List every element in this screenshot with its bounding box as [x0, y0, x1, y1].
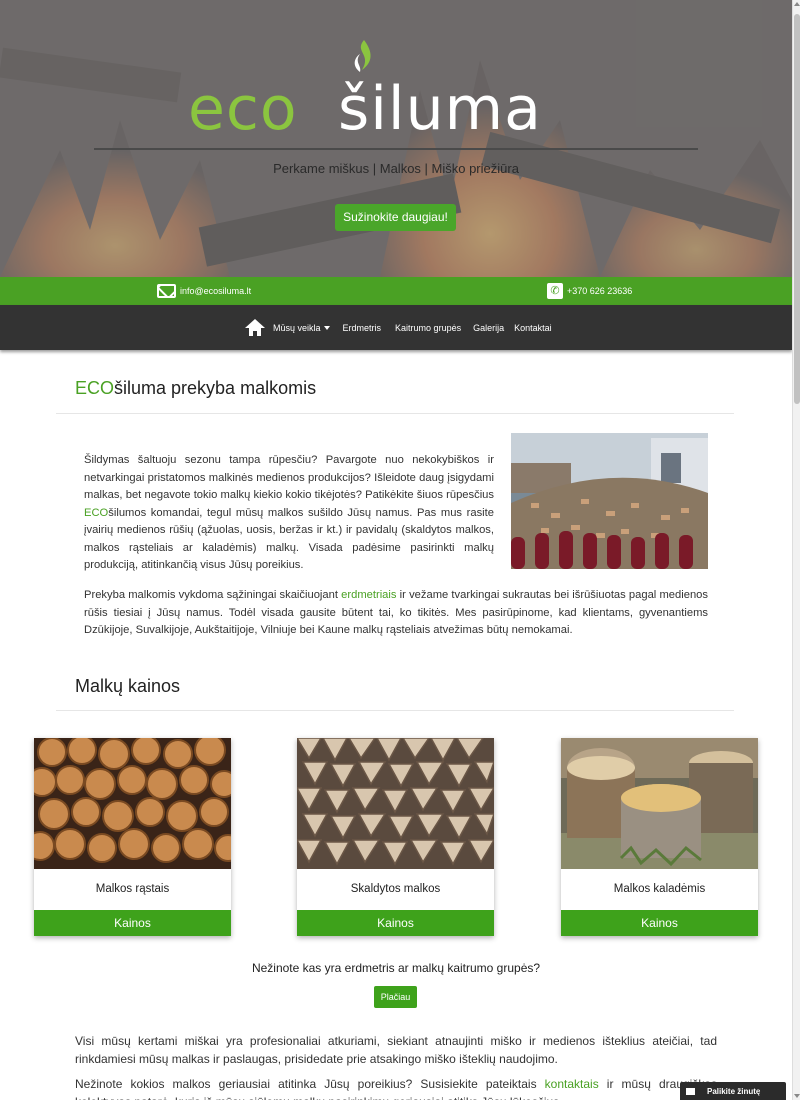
hero-banner: eco šiluma Perkame miškus | Malkos | Miš…	[0, 0, 792, 277]
hero-divider	[94, 148, 698, 150]
nav-item-erdmetris[interactable]: Erdmetris	[343, 323, 382, 333]
hero-subtitle: Perkame miškus | Malkos | Miško priežiūr…	[273, 161, 519, 176]
envelope-icon	[157, 284, 176, 298]
leaf-flame-icon	[354, 40, 371, 72]
intro-paragraph-2: Prekyba malkomis vykdoma sąžiningai skai…	[84, 589, 708, 636]
split-wood-photo	[297, 738, 494, 869]
prices-button[interactable]: Kainos	[34, 910, 231, 936]
prices-divider	[56, 710, 734, 711]
card-title: Malkos kaladėmis	[613, 883, 706, 895]
intro-divider	[56, 413, 734, 414]
home-icon[interactable]	[245, 319, 265, 336]
wood-blocks-photo	[561, 738, 758, 869]
eco-highlight: ECO	[84, 506, 109, 519]
brand-logo[interactable]: eco šiluma	[188, 38, 608, 144]
contact-bar: info@ecosiluma.lt ✆ +370 626 23636	[0, 277, 792, 305]
price-card-logs[interactable]: Malkos rąstais Kainos	[34, 738, 231, 936]
prices-heading: Malkų kainos	[75, 676, 181, 696]
email-text: info@ecosiluma.lt	[180, 286, 252, 296]
nav-item-musu-veikla[interactable]: Mūsų veikla	[273, 323, 330, 333]
advice-paragraph: Nežinote kokios malkos geriausiai atitin…	[75, 1077, 717, 1100]
card-title: Skaldytos malkos	[350, 883, 441, 895]
price-card-split[interactable]: Skaldytos malkos Kainos	[297, 738, 494, 936]
learn-more-button[interactable]: Sužinokite daugiau!	[335, 204, 456, 231]
firewood-pile-photo	[511, 433, 708, 569]
logs-photo	[34, 738, 231, 869]
phone-icon: ✆	[547, 283, 563, 299]
envelope-icon	[686, 1087, 695, 1095]
chat-label: Palikite žinutę	[707, 1086, 761, 1096]
nav-item-galerija[interactable]: Galerija	[473, 323, 504, 333]
scroll-down-arrow-icon[interactable]	[794, 1094, 800, 1098]
prices-button[interactable]: Kainos	[561, 910, 758, 936]
intro-heading: ECOšiluma prekyba malkomis	[75, 378, 317, 398]
card-title: Malkos rąstais	[95, 883, 170, 895]
main-navigation: Mūsų veikla Erdmetris Kaitrumo grupės Ga…	[0, 305, 792, 350]
price-card-blocks[interactable]: Malkos kaladėmis Kainos	[561, 738, 758, 936]
logo-siluma-text: šiluma	[338, 74, 542, 144]
page-scrollbar[interactable]	[792, 0, 800, 1100]
chat-widget-button[interactable]: Palikite žinutę	[680, 1082, 786, 1100]
nav-item-kaitrumo-grupes[interactable]: Kaitrumo grupės	[395, 323, 461, 333]
kontaktais-link[interactable]: kontaktais	[545, 1077, 599, 1091]
intro-paragraph-1: Šildymas šaltuoju sezonu tampa rūpesčiu?…	[84, 454, 494, 571]
caret-down-icon	[323, 326, 330, 331]
nav-item-kontaktai[interactable]: Kontaktai	[514, 323, 552, 333]
scrollbar-thumb[interactable]	[794, 14, 800, 404]
scroll-up-arrow-icon[interactable]	[794, 2, 800, 6]
more-info-button[interactable]: Plačiau	[374, 986, 417, 1008]
forest-paragraph: Visi mūsų kertami miškai yra profesional…	[75, 1034, 717, 1066]
phone-link[interactable]: ✆ +370 626 23636	[547, 277, 632, 305]
phone-text: +370 626 23636	[567, 286, 633, 296]
erdmetriais-link[interactable]: erdmetriais	[341, 589, 396, 601]
prices-button[interactable]: Kainos	[297, 910, 494, 936]
erdmetris-question: Nežinote kas yra erdmetris ar malkų kait…	[251, 961, 541, 975]
email-link[interactable]: info@ecosiluma.lt	[157, 277, 251, 305]
logo-eco-text: eco	[188, 74, 298, 144]
